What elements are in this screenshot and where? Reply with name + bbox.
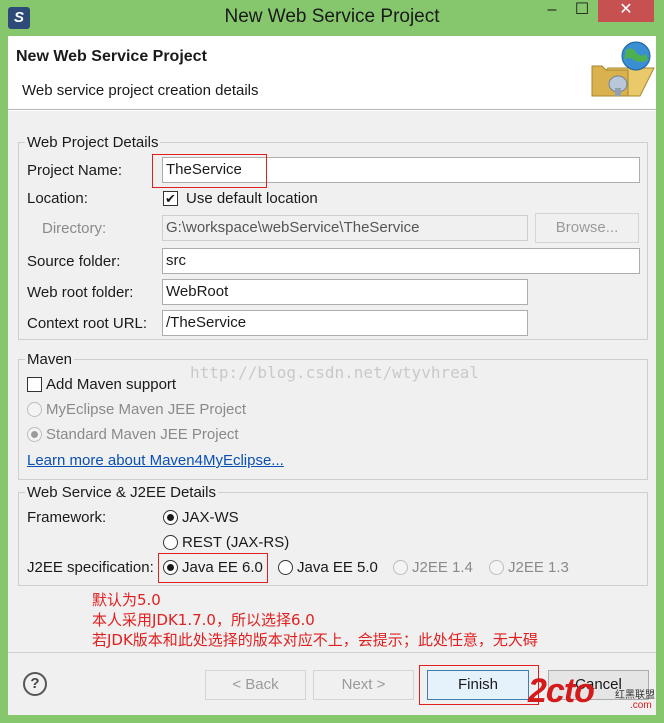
context-root-url-input[interactable]: /TheService: [162, 310, 528, 336]
framework-rest-radio[interactable]: [163, 535, 178, 550]
myeclipse-maven-jee-label[interactable]: MyEclipse Maven JEE Project: [46, 401, 246, 418]
highlight-finish: [419, 665, 539, 705]
project-name-label: Project Name:: [27, 162, 123, 179]
annotation-line-3: 若JDK版本和此处选择的版本对应不上，会提示；此处任意，无大碍: [92, 631, 538, 649]
wizard-description: Web service project creation details: [22, 82, 259, 99]
2cto-logo-tagline: 红黑联盟: [615, 690, 655, 701]
add-maven-support-label[interactable]: Add Maven support: [46, 376, 176, 393]
wizard-title: New Web Service Project: [16, 48, 207, 65]
2cto-logo: 2cto: [528, 672, 595, 710]
annotation-line-1: 默认为5.0: [92, 591, 161, 609]
j2ee-javaee5-radio[interactable]: [278, 560, 293, 575]
directory-input[interactable]: G:\workspace\webService\TheService: [162, 215, 528, 241]
browse-button[interactable]: Browse...: [535, 213, 639, 243]
help-icon[interactable]: ?: [23, 672, 47, 696]
j2ee-14-radio[interactable]: [393, 560, 408, 575]
web-root-folder-input[interactable]: WebRoot: [162, 279, 528, 305]
highlight-javaee6: [158, 553, 268, 583]
framework-jax-ws-radio[interactable]: [163, 510, 178, 525]
web-project-details-legend: Web Project Details: [25, 134, 161, 151]
use-default-location-label[interactable]: Use default location: [186, 190, 318, 207]
watermark-url: http://blog.csdn.net/wtyvhreal: [190, 363, 479, 382]
j2ee-javaee5-label[interactable]: Java EE 5.0: [297, 559, 378, 576]
myeclipse-maven-jee-radio[interactable]: [27, 402, 42, 417]
standard-maven-jee-label[interactable]: Standard Maven JEE Project: [46, 426, 239, 443]
annotation-line-2: 本人采用JDK1.7.0，所以选择6.0: [92, 611, 315, 629]
framework-jax-ws-label[interactable]: JAX-WS: [182, 509, 239, 526]
standard-maven-jee-radio[interactable]: [27, 427, 42, 442]
framework-rest-label[interactable]: REST (JAX-RS): [182, 534, 289, 551]
web-root-folder-label: Web root folder:: [27, 284, 134, 301]
back-button[interactable]: < Back: [205, 670, 306, 700]
source-folder-input[interactable]: src: [162, 248, 640, 274]
source-folder-label: Source folder:: [27, 253, 121, 270]
context-root-url-label: Context root URL:: [27, 315, 148, 332]
location-label: Location:: [27, 190, 88, 207]
directory-label: Directory:: [42, 220, 107, 237]
j2ee-spec-label: J2EE specification:: [27, 559, 154, 576]
j2ee-14-label[interactable]: J2EE 1.4: [412, 559, 473, 576]
next-button[interactable]: Next >: [313, 670, 414, 700]
close-button[interactable]: ✕: [598, 0, 654, 22]
j2ee-13-radio[interactable]: [489, 560, 504, 575]
web-service-globe-icon: [591, 41, 655, 97]
ws-j2ee-details-legend: Web Service & J2EE Details: [25, 484, 218, 501]
add-maven-support-checkbox[interactable]: [27, 377, 42, 392]
use-default-location-checkbox[interactable]: ✔: [163, 191, 178, 206]
framework-label: Framework:: [27, 509, 107, 526]
footer-separator: [8, 652, 656, 653]
2cto-logo-url: .com: [630, 700, 652, 711]
j2ee-13-label[interactable]: J2EE 1.3: [508, 559, 569, 576]
minimize-button[interactable]: –: [538, 0, 566, 22]
maximize-button[interactable]: ☐: [568, 0, 596, 22]
learn-more-maven-link[interactable]: Learn more about Maven4MyEclipse...: [27, 452, 284, 469]
maven-legend: Maven: [25, 351, 75, 368]
highlight-project-name: [152, 154, 267, 188]
